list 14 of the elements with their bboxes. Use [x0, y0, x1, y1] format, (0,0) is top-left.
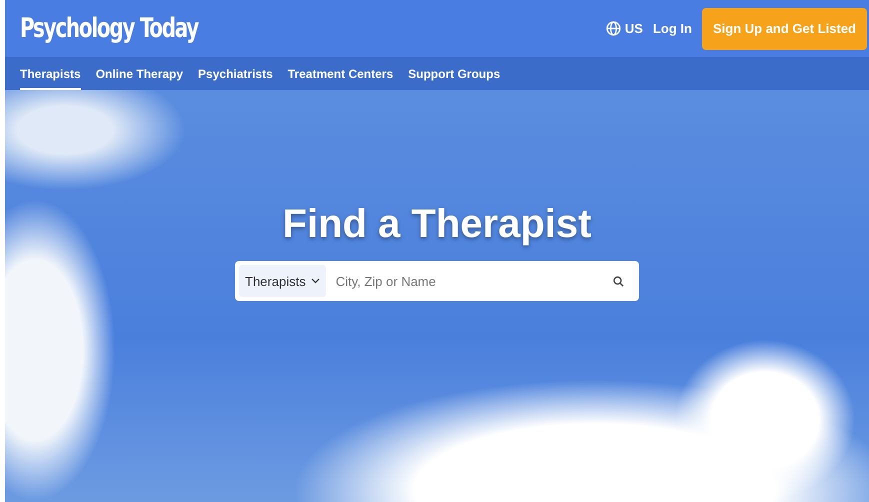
globe-icon [606, 21, 621, 36]
hero-title: Find a Therapist [282, 202, 592, 247]
nav-tab[interactable]: Treatment Centers [288, 57, 394, 90]
search-field[interactable]: Therapists City, Zip or Name [235, 261, 639, 301]
nav-tab[interactable]: Support Groups [408, 57, 500, 90]
nav-tab[interactable]: Psychiatrists [198, 57, 273, 90]
category-dropdown[interactable]: Therapists [239, 265, 326, 297]
login-link[interactable]: Log In [652, 21, 692, 36]
search-icon[interactable] [613, 276, 624, 286]
region-button[interactable]: US [606, 21, 643, 36]
nav-tab[interactable]: Therapists [20, 57, 81, 90]
chevron-icon [310, 278, 320, 284]
nav-tab[interactable]: Online Therapy [96, 57, 184, 90]
site-logo[interactable]: Psychology Today [20, 13, 198, 44]
